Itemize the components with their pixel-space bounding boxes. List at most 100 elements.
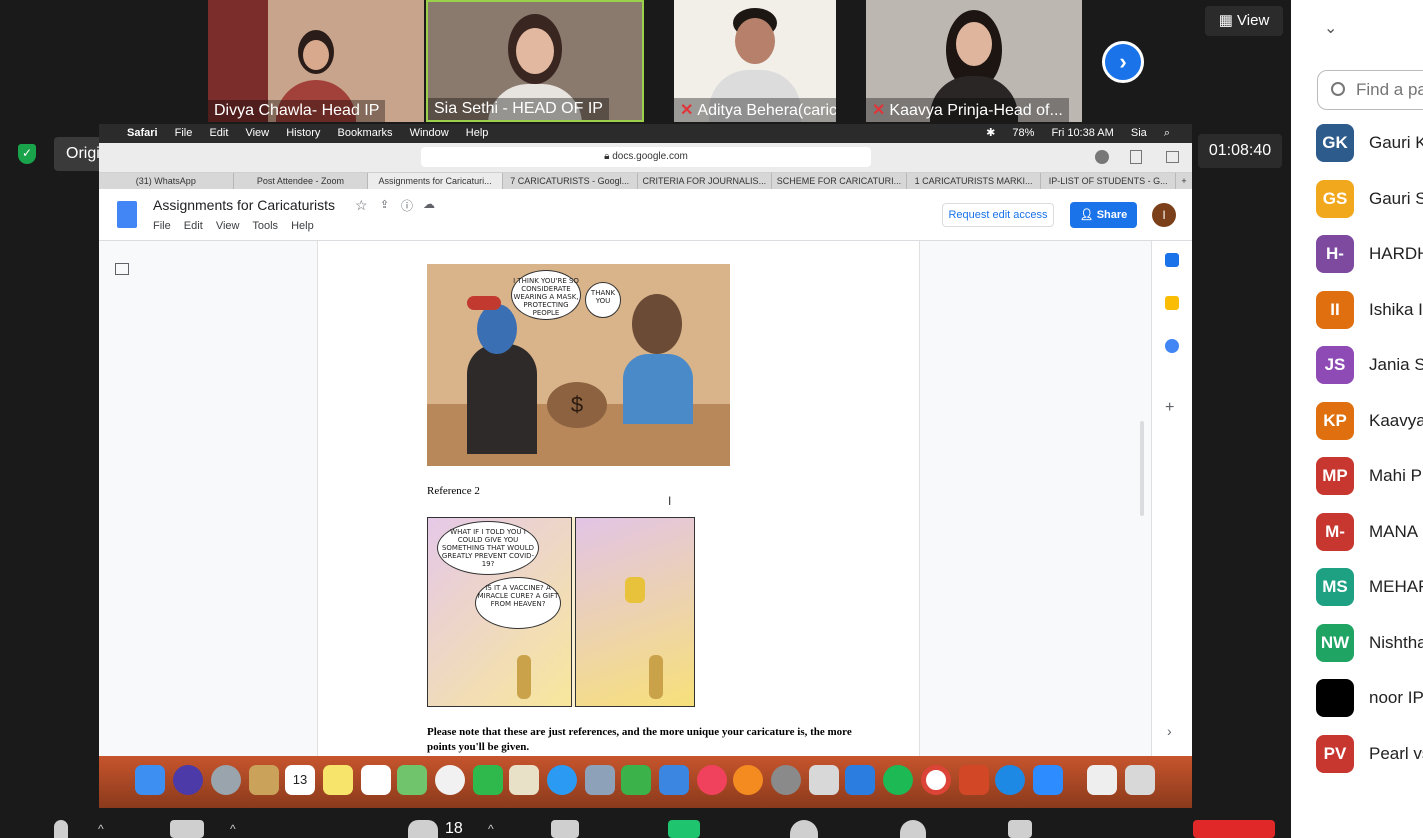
app-icon[interactable] (809, 765, 839, 795)
download-icon[interactable] (1095, 150, 1109, 164)
participants-icon[interactable] (408, 820, 438, 838)
participant-row[interactable]: JS Jania S (1316, 346, 1423, 386)
record-icon[interactable] (790, 820, 818, 838)
participant-row[interactable]: MS MEHAR (1316, 568, 1423, 608)
document-icon[interactable] (1087, 765, 1117, 795)
settings-icon[interactable] (771, 765, 801, 795)
new-tab-icon[interactable]: + (1176, 173, 1192, 189)
url-field[interactable]: 🔒︎ docs.google.com (421, 147, 871, 167)
cloud-icon[interactable]: ☁ (423, 197, 435, 211)
participant-row[interactable]: KP Kaavya (1316, 401, 1423, 442)
participant-row[interactable]: H- HARDH (1316, 235, 1423, 275)
tab-scheme[interactable]: SCHEME FOR CARICATURI... (772, 173, 907, 189)
reactions-icon[interactable] (900, 820, 926, 838)
menu-app-name[interactable]: Safari (127, 127, 158, 139)
photos-icon[interactable] (435, 765, 465, 795)
chat-icon[interactable] (551, 820, 579, 838)
trash-icon[interactable] (1125, 765, 1155, 795)
next-page-button[interactable]: › (1102, 41, 1144, 83)
facetime-icon[interactable] (473, 765, 503, 795)
participant-row[interactable]: NW Nishtha (1316, 623, 1423, 664)
menu-edit[interactable]: Edit (184, 220, 203, 232)
calendar-icon[interactable] (1165, 253, 1179, 267)
pages-icon[interactable] (509, 765, 539, 795)
move-icon[interactable]: ⇪ (380, 198, 389, 211)
participant-row[interactable]: M- MANA (1316, 512, 1423, 553)
menu-item[interactable]: Help (466, 127, 489, 139)
video-camera-icon[interactable] (170, 820, 204, 838)
end-meeting-button[interactable] (1193, 820, 1275, 838)
menu-item[interactable]: Window (410, 127, 449, 139)
app-icon[interactable] (845, 765, 875, 795)
video-tile-2[interactable]: Sia Sethi - HEAD OF IP (426, 0, 644, 122)
microphone-icon[interactable] (54, 820, 68, 838)
menu-view[interactable]: View (216, 220, 240, 232)
numbers-icon[interactable] (621, 765, 651, 795)
share-icon[interactable] (1130, 150, 1142, 164)
share-screen-icon[interactable] (668, 820, 700, 838)
chevron-up-icon[interactable]: ^ (488, 822, 494, 836)
tab-caricaturists[interactable]: 7 CARICATURISTS - Googl... (503, 173, 638, 189)
chevron-right-icon[interactable]: › (1167, 723, 1172, 739)
google-docs-icon[interactable] (117, 201, 137, 228)
share-button[interactable]: 👤︎ Share (1070, 202, 1137, 228)
add-icon[interactable]: + (1165, 399, 1174, 417)
menu-item[interactable]: Edit (209, 127, 228, 139)
keynote-icon[interactable] (659, 765, 689, 795)
chevron-up-icon[interactable]: ^ (230, 822, 236, 836)
participant-row[interactable]: II Ishika I (1316, 290, 1423, 331)
participant-row[interactable]: noor IP (1316, 679, 1423, 719)
tab-whatsapp[interactable]: (31) WhatsApp (99, 173, 234, 189)
chrome-icon[interactable] (921, 765, 951, 795)
chevron-up-icon[interactable]: ^ (98, 822, 104, 836)
info-icon[interactable]: ⓘ (401, 197, 413, 214)
menu-file[interactable]: File (153, 220, 171, 232)
music-icon[interactable] (697, 765, 727, 795)
keep-icon[interactable] (1165, 296, 1179, 310)
notes-folder-icon[interactable] (249, 765, 279, 795)
outline-icon[interactable] (115, 263, 129, 275)
menu-item[interactable]: View (245, 127, 269, 139)
books-icon[interactable] (733, 765, 763, 795)
launchpad-icon[interactable] (211, 765, 241, 795)
participant-row[interactable]: GS Gauri S (1316, 179, 1423, 220)
tabs-icon[interactable] (1166, 151, 1179, 163)
spotify-icon[interactable] (883, 765, 913, 795)
tab-student-list[interactable]: IP-LIST OF STUDENTS - G... (1041, 173, 1176, 189)
preview-icon[interactable] (585, 765, 615, 795)
tab-zoom[interactable]: Post Attendee - Zoom (234, 173, 369, 189)
search-icon[interactable]: ⌕ (1164, 127, 1170, 139)
doc-title[interactable]: Assignments for Caricaturists (153, 197, 335, 213)
tab-criteria[interactable]: CRITERIA FOR JOURNALIS... (638, 173, 773, 189)
tab-assignments[interactable]: Assignments for Caricaturi... (368, 173, 503, 189)
scrollbar[interactable] (1140, 421, 1144, 516)
video-tile-4[interactable]: ✕ Kaavya Prinja-Head of... (866, 0, 1082, 122)
user-avatar[interactable]: I (1152, 203, 1176, 227)
view-button[interactable]: ▦ View (1205, 6, 1283, 36)
menu-item[interactable]: Bookmarks (337, 127, 392, 139)
menu-tools[interactable]: Tools (252, 220, 278, 232)
menu-item[interactable]: File (175, 127, 193, 139)
powerpoint-icon[interactable] (959, 765, 989, 795)
chevron-down-icon[interactable]: ⌄ (1324, 18, 1337, 38)
video-tile-1[interactable]: Divya Chawla- Head IP (208, 0, 424, 122)
messages-icon[interactable] (547, 765, 577, 795)
apps-icon[interactable] (1008, 820, 1032, 838)
finder-icon[interactable] (135, 765, 165, 795)
siri-icon[interactable] (173, 765, 203, 795)
zoom-icon[interactable] (1033, 765, 1063, 795)
notes-icon[interactable] (323, 765, 353, 795)
star-icon[interactable]: ☆ (355, 197, 368, 214)
participant-row[interactable]: GK Gauri K (1316, 124, 1423, 164)
safari-icon[interactable] (995, 765, 1025, 795)
tasks-icon[interactable] (1165, 339, 1179, 353)
menu-item[interactable]: History (286, 127, 320, 139)
request-edit-button[interactable]: Request edit access (942, 203, 1054, 227)
participant-row[interactable]: MP Mahi P (1316, 457, 1423, 497)
participant-row[interactable]: PV Pearl vs (1316, 734, 1423, 775)
menu-help[interactable]: Help (291, 220, 314, 232)
reminders-icon[interactable] (361, 765, 391, 795)
video-tile-3[interactable]: ✕Aditya Behera(caricatu... (674, 0, 836, 122)
maps-icon[interactable] (397, 765, 427, 795)
tab-marking[interactable]: 1 CARICATURISTS MARKI... (907, 173, 1042, 189)
